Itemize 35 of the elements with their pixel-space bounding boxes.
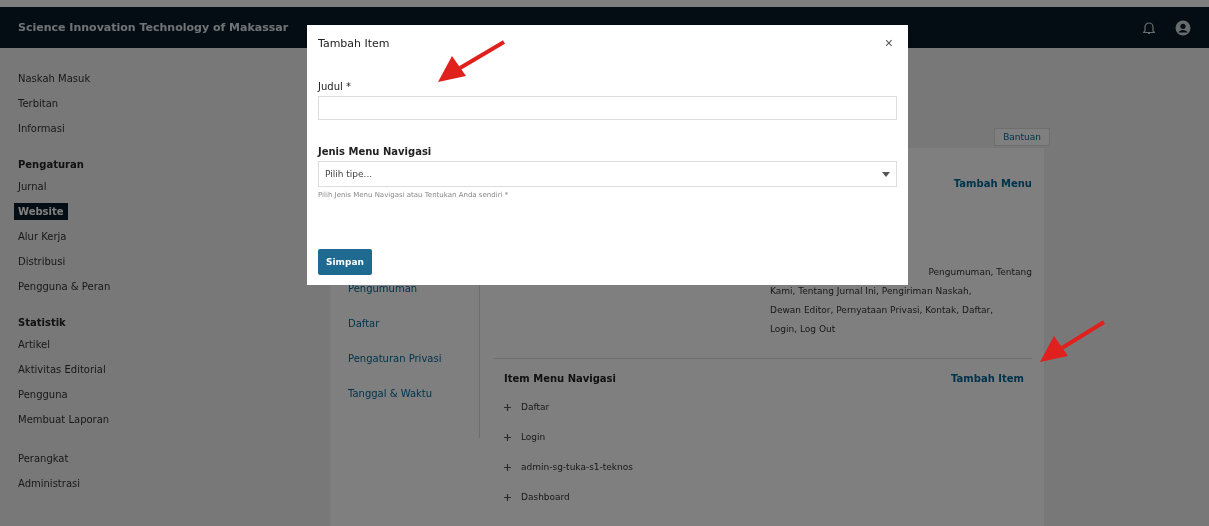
sidebar-item[interactable]: Informasi — [14, 120, 69, 137]
sidebar-item[interactable]: Jurnal — [14, 178, 51, 195]
add-item-link[interactable]: Tambah Item — [951, 373, 1024, 384]
settings-tab[interactable]: Tanggal & Waktu — [348, 388, 479, 399]
type-select[interactable]: Pilih tipe... — [318, 161, 897, 187]
sidebar-item[interactable]: Membuat Laporan — [14, 411, 114, 428]
sidebar-item[interactable]: Pengguna — [14, 386, 72, 403]
settings-tab[interactable]: Daftar — [348, 318, 479, 329]
menu-items-text: Dewan Editor, Pernyataan Privasi, Kontak, Daftar, — [770, 304, 994, 317]
sidebar-item[interactable]: Website — [14, 203, 68, 220]
field-label: Jenis Menu Navigasi — [318, 146, 433, 157]
field-label: Judul * — [318, 81, 352, 92]
sidebar-item[interactable]: Alur Kerja — [14, 228, 71, 245]
sidebar-item[interactable]: Artikel — [14, 336, 55, 353]
sidebar-item[interactable]: Pengguna & Peran — [14, 278, 115, 295]
settings-tab[interactable]: Pengaturan Privasi — [348, 353, 479, 364]
add-menu-link[interactable]: Tambah Menu — [953, 178, 1032, 189]
section-heading: Item Menu Navigasi — [504, 373, 616, 384]
site-title: Science Innovation Technology of Makassar — [18, 21, 289, 34]
sidebar-heading: Pengaturan — [18, 159, 84, 170]
menu-items-text: Kami, Tentang Jurnal Ini, Pengiriman Naskah, — [770, 285, 972, 298]
menu-items-text: Pengumuman, Tentang — [928, 266, 1032, 279]
sidebar-item[interactable]: Naskah Masuk — [14, 70, 95, 87]
sidebar-item[interactable]: Perangkat — [14, 450, 73, 467]
dialog-title: Tambah Item — [318, 36, 390, 50]
sidebar-item[interactable]: Terbitan — [14, 95, 63, 112]
save-button[interactable]: Simpan — [318, 249, 372, 275]
sidebar-item[interactable]: Administrasi — [14, 475, 84, 492]
help-button[interactable]: Bantuan — [994, 128, 1050, 146]
settings-tab[interactable]: Pengumuman — [348, 283, 479, 294]
menu-items-text: Login, Log Out — [770, 323, 836, 336]
sidebar-item[interactable]: Aktivitas Editorial — [14, 361, 110, 378]
close-button[interactable]: × — [880, 35, 897, 51]
sidebar-item[interactable]: Distribusi — [14, 253, 70, 270]
sidebar-heading: Statistik — [18, 317, 66, 328]
